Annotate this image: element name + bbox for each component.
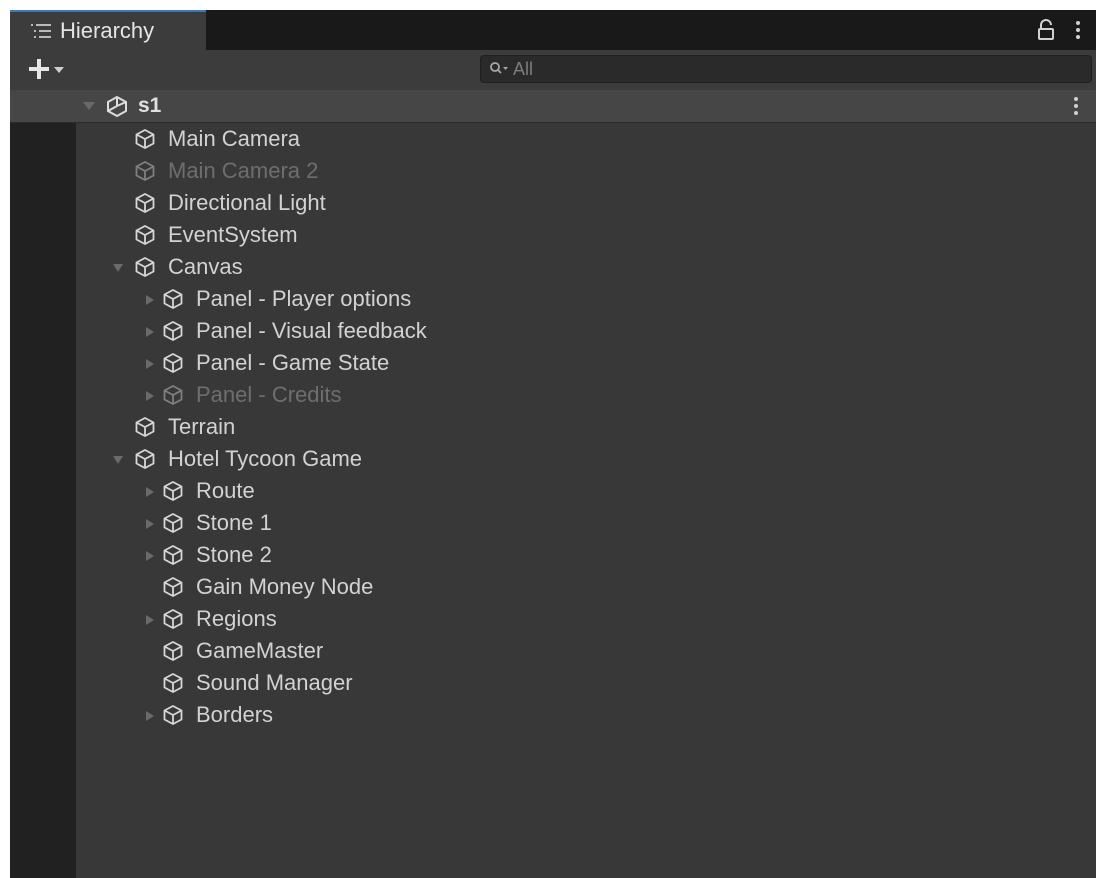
foldout-collapsed-icon[interactable] (144, 549, 156, 561)
gameobject-cube-icon (134, 160, 156, 182)
tree-item-gamemaster[interactable]: GameMaster (10, 635, 1096, 667)
tree-item-hotel-tycoon-game[interactable]: Hotel Tycoon Game (10, 443, 1096, 475)
gameobject-cube-icon (162, 288, 184, 310)
tree-item-label: Regions (196, 606, 277, 631)
add-button[interactable] (26, 58, 76, 84)
tree-item-label: GameMaster (196, 638, 324, 663)
tab-hierarchy[interactable]: Hierarchy (10, 10, 206, 50)
tree-item-label: Panel - Game State (196, 350, 390, 375)
tree-item-gain-money-node[interactable]: Gain Money Node (10, 571, 1096, 603)
tree-item-terrain[interactable]: Terrain (10, 411, 1096, 443)
scene-name: s1 (138, 94, 162, 117)
tree-item-stone-1[interactable]: Stone 1 (10, 507, 1096, 539)
gameobject-cube-icon (162, 480, 184, 502)
tree-item-label: Route (196, 478, 255, 503)
gameobject-cube-icon (162, 384, 184, 406)
gameobject-cube-icon (134, 224, 156, 246)
gameobject-cube-icon (134, 128, 156, 150)
tree-item-directional-light[interactable]: Directional Light (10, 187, 1096, 219)
tree-item-eventsystem[interactable]: EventSystem (10, 219, 1096, 251)
foldout-collapsed-icon[interactable] (144, 389, 156, 401)
gameobject-cube-icon (162, 704, 184, 726)
dropdown-arrow-icon (52, 62, 66, 80)
unity-scene-icon (106, 95, 128, 118)
foldout-collapsed-icon[interactable] (144, 613, 156, 625)
list-icon (30, 22, 52, 40)
tree-item-panel-visual-feedback[interactable]: Panel - Visual feedback (10, 315, 1096, 347)
search-placeholder: All (513, 58, 534, 79)
tree-item-canvas[interactable]: Canvas (10, 251, 1096, 283)
tree-item-panel-game-state[interactable]: Panel - Game State (10, 347, 1096, 379)
gameobject-cube-icon (162, 352, 184, 374)
foldout-collapsed-icon[interactable] (144, 357, 156, 369)
tree-item-label: Stone 2 (196, 542, 272, 567)
tree-item-sound-manager[interactable]: Sound Manager (10, 667, 1096, 699)
tree-item-main-camera[interactable]: Main Camera (10, 123, 1096, 155)
hierarchy-tree: s1 Main Camera Main Camera 2 Directional L… (10, 90, 1096, 878)
tree-item-label: Gain Money Node (196, 574, 374, 599)
tree-item-label: Panel - Visual feedback (196, 318, 427, 343)
tree-item-main-camera-2[interactable]: Main Camera 2 (10, 155, 1096, 187)
tree-item-route[interactable]: Route (10, 475, 1096, 507)
tree-item-regions[interactable]: Regions (10, 603, 1096, 635)
tree-item-label: Borders (196, 702, 274, 727)
tree-item-label: Canvas (168, 254, 243, 279)
tree-item-panel-player-options[interactable]: Panel - Player options (10, 283, 1096, 315)
foldout-collapsed-icon[interactable] (144, 325, 156, 337)
scene-menu-icon[interactable] (1072, 95, 1080, 117)
tree-item-label: Terrain (168, 414, 236, 439)
search-field[interactable]: All (480, 55, 1092, 83)
tab-strip: Hierarchy (10, 10, 1096, 50)
foldout-expanded-icon[interactable] (112, 453, 124, 465)
hierarchy-window: Hierarchy All s1 Main Camera Main Camera… (10, 10, 1096, 878)
search-icon (489, 61, 509, 77)
tree-item-stone-2[interactable]: Stone 2 (10, 539, 1096, 571)
gameobject-cube-icon (134, 192, 156, 214)
gameobject-cube-icon (162, 544, 184, 566)
toolbar: All (10, 50, 1096, 90)
plus-icon (26, 56, 52, 87)
tab-title: Hierarchy (60, 18, 155, 43)
tree-item-label: Directional Light (168, 190, 326, 215)
tree-item-label: Main Camera 2 (168, 158, 319, 183)
gameobject-cube-icon (162, 320, 184, 342)
gameobject-cube-icon (134, 448, 156, 470)
foldout-expanded-icon[interactable] (112, 261, 124, 273)
kebab-menu-icon[interactable] (1074, 19, 1082, 41)
foldout-collapsed-icon[interactable] (144, 293, 156, 305)
tree-item-label: Sound Manager (196, 670, 353, 695)
tree-item-label: Hotel Tycoon Game (168, 446, 363, 471)
tree-item-label: Panel - Credits (196, 382, 342, 407)
lock-icon[interactable] (1036, 19, 1056, 41)
tree-item-label: Main Camera (168, 126, 301, 151)
tree-item-borders[interactable]: Borders (10, 699, 1096, 731)
gameobject-cube-icon (162, 640, 184, 662)
gameobject-cube-icon (134, 416, 156, 438)
gameobject-cube-icon (162, 512, 184, 534)
gameobject-cube-icon (162, 672, 184, 694)
tree-item-panel-credits[interactable]: Panel - Credits (10, 379, 1096, 411)
scene-row[interactable]: s1 (10, 90, 1096, 123)
foldout-expanded-icon[interactable] (82, 99, 96, 113)
tree-item-label: Panel - Player options (196, 286, 412, 311)
foldout-collapsed-icon[interactable] (144, 709, 156, 721)
tree-item-label: Stone 1 (196, 510, 272, 535)
gameobject-cube-icon (134, 256, 156, 278)
foldout-collapsed-icon[interactable] (144, 485, 156, 497)
tree-item-label: EventSystem (168, 222, 298, 247)
gameobject-cube-icon (162, 608, 184, 630)
foldout-collapsed-icon[interactable] (144, 517, 156, 529)
gameobject-cube-icon (162, 576, 184, 598)
